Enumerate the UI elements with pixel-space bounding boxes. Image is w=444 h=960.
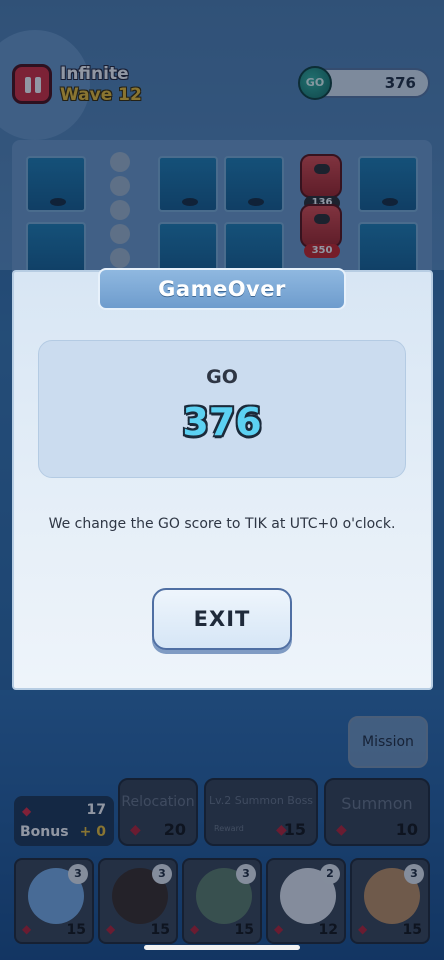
- game-background: 136 350 Infinite Wave 12 376 GO Mission …: [0, 0, 444, 960]
- home-indicator[interactable]: [144, 945, 300, 950]
- score-label: GO: [206, 366, 238, 388]
- score-value: 376: [182, 400, 262, 444]
- modal-title: GameOver: [98, 268, 346, 310]
- exit-button[interactable]: EXIT: [152, 588, 292, 650]
- conversion-notice: We change the GO score to TIK at UTC+0 o…: [48, 516, 396, 532]
